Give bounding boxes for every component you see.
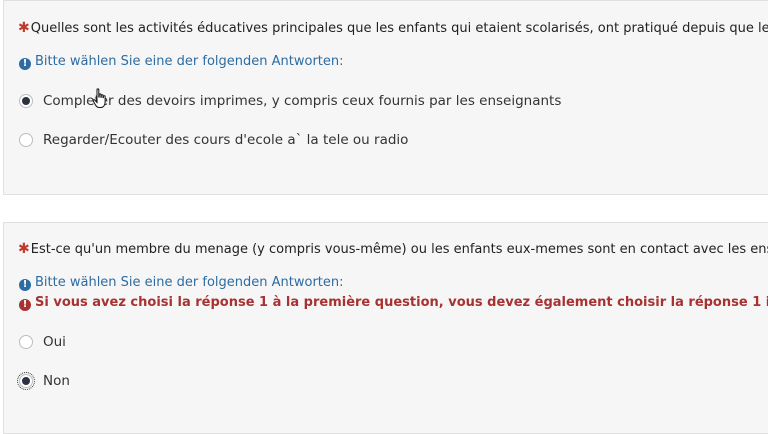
option-label[interactable]: Non [43,373,70,389]
validation-error: ! Si vous avez choisi la réponse 1 à la p… [19,295,768,311]
answer-option-1[interactable]: Oui [19,332,66,352]
radio-button-checked[interactable] [17,372,35,390]
required-asterisk: ✱ [18,20,30,36]
tip-text: Bitte wählen Sie eine der folgenden Antw… [35,275,344,290]
tip-text: Bitte wählen Sie eine der folgenden Antw… [35,54,344,69]
exclamation-circle-icon: ! [19,299,31,311]
question-card-1: ✱Quelles sont les activités éducatives p… [3,0,768,195]
answer-tip: ! Bitte wählen Sie eine der folgenden Ant… [19,54,344,70]
required-asterisk: ✱ [18,241,30,257]
info-circle-icon: ! [19,58,31,70]
answer-option-2[interactable]: Regarder/Ecouter des cours d'ecole a` la… [19,130,408,150]
question-card-2: ✱Est-ce qu'un membre du menage (y compri… [3,222,768,434]
answer-option-2[interactable]: Non [17,371,70,391]
question-text: ✱Est-ce qu'un membre du menage (y compri… [18,241,768,257]
option-label[interactable]: Regarder/Ecouter des cours d'ecole a` la… [43,132,408,148]
radio-button-checked[interactable] [19,94,33,108]
question-label: Est-ce qu'un membre du menage (y compris… [30,242,768,257]
option-label[interactable]: Oui [43,334,66,350]
question-label: Quelles sont les activités éducatives pr… [30,21,768,36]
radio-button[interactable] [19,133,33,147]
option-label[interactable]: Completer des devoirs imprimes, y compri… [43,93,561,109]
question-text: ✱Quelles sont les activités éducatives p… [18,20,768,36]
radio-button[interactable] [19,335,33,349]
error-text: Si vous avez choisi la réponse 1 à la pr… [35,295,768,310]
answer-tip: ! Bitte wählen Sie eine der folgenden Ant… [19,275,344,291]
info-circle-icon: ! [19,279,31,291]
hand-cursor-icon [92,88,106,108]
